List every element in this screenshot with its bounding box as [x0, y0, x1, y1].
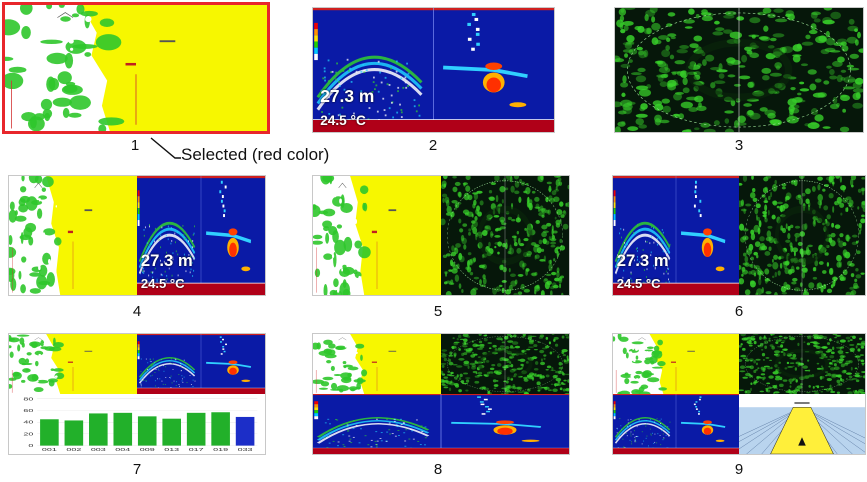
- bar-graph-tick-label: 80: [23, 397, 33, 401]
- nautical-chart-graphic: [9, 334, 137, 394]
- layout-number-7: 7: [132, 461, 142, 478]
- bar-graph-bar: [235, 416, 255, 446]
- bar-graph-category-label: 019: [213, 448, 228, 452]
- bar-graph-bar: [89, 413, 108, 446]
- layout-number-4: 4: [132, 303, 142, 320]
- bar-graph-category-label: 033: [238, 448, 253, 452]
- bar-graph-bar: [186, 412, 206, 446]
- fish-finder-pane: 27.3 m 24.5 °C: [613, 176, 739, 295]
- bar-graph-bar: [113, 412, 133, 446]
- layout-number-9: 9: [734, 461, 744, 478]
- bar-graph-category-label: 001: [42, 448, 57, 452]
- radar-echo-graphic: [739, 176, 865, 295]
- bar-graph-tick-label: 0: [28, 444, 33, 448]
- layout-number-6: 6: [734, 303, 744, 320]
- selected-callout-text: Selected (red color): [181, 145, 330, 164]
- radar-pane: [615, 8, 863, 132]
- echogram-graphic: [137, 334, 265, 394]
- fish-finder-pane: [613, 394, 739, 454]
- layout-option-9[interactable]: [612, 333, 866, 455]
- bar-graph-tick-label: 40: [23, 421, 33, 425]
- layout-option-5[interactable]: [312, 175, 570, 296]
- echogram-graphic: [613, 394, 739, 454]
- radar-echo-graphic: [441, 176, 569, 295]
- depth-readout: 27.3 m: [616, 251, 669, 271]
- bar-graph-bar: [162, 418, 181, 446]
- chart-plotter-pane: [313, 334, 441, 394]
- fish-finder-pane: [313, 394, 569, 454]
- bar-graph-pane: 80 60 40 20 0 001 002 003 004 009 013 017 019 033: [9, 394, 265, 454]
- fish-finder-pane: 27.3 m 24.5 °C: [313, 8, 554, 132]
- bar-graph-category-label: 017: [189, 448, 204, 452]
- bar-graph-bar: [64, 420, 84, 446]
- bar-graph-bar: [137, 416, 157, 446]
- nautical-chart-graphic: [313, 176, 441, 295]
- depth-readout: 27.3 m: [320, 86, 375, 107]
- chart-plotter-pane: [9, 176, 137, 295]
- layout-option-3[interactable]: [614, 7, 864, 133]
- fish-finder-pane: [137, 334, 265, 394]
- radar-echo-graphic: [739, 334, 865, 394]
- water-temperature-readout: 24.5 °C: [140, 276, 185, 292]
- layout-option-8[interactable]: [312, 333, 570, 455]
- chart-plotter-pane: [5, 5, 267, 131]
- layout-option-2[interactable]: 27.3 m 24.5 °C: [312, 7, 555, 133]
- echogram-graphic: [313, 394, 569, 454]
- water-temperature-readout: 24.5 °C: [616, 276, 661, 292]
- depth-readout: 27.3 m: [140, 251, 193, 271]
- bar-graph-bar: [211, 412, 230, 446]
- chart-plotter-pane: [9, 334, 137, 394]
- chart-plotter-pane: [313, 176, 441, 295]
- nautical-chart-graphic: [5, 5, 267, 131]
- layout-number-3: 3: [734, 137, 744, 154]
- layout-number-8: 8: [433, 461, 443, 478]
- bar-graph-category-label: 009: [140, 448, 155, 452]
- nautical-chart-graphic: [9, 176, 137, 295]
- layout-option-6[interactable]: 27.3 m 24.5 °C: [612, 175, 866, 296]
- bar-graph-category-label: 003: [91, 448, 106, 452]
- radar-pane: [441, 334, 569, 394]
- bar-graph-tick-label: 20: [23, 432, 33, 436]
- bar-graph-graphic: 80 60 40 20 0 001 002 003 004 009 013 017 019 033: [23, 397, 258, 452]
- radar-echo-graphic: [441, 334, 569, 394]
- layout-option-4[interactable]: 27.3 m 24.5 °C: [8, 175, 266, 296]
- nautical-chart-graphic: [613, 334, 739, 394]
- bar-graph-bar: [40, 419, 59, 446]
- radar-pane: [441, 176, 569, 295]
- fish-finder-pane: 27.3 m 24.5 °C: [137, 176, 265, 295]
- water-temperature-readout: 24.5 °C: [320, 113, 366, 129]
- layout-number-5: 5: [433, 303, 443, 320]
- highway-view-pane: [739, 394, 865, 454]
- radar-pane: [739, 176, 865, 295]
- layout-number-1: 1: [130, 137, 140, 154]
- nautical-chart-graphic: [313, 334, 441, 394]
- bar-graph-category-label: 013: [164, 448, 179, 452]
- layout-option-1[interactable]: [2, 2, 270, 134]
- chart-plotter-pane: [613, 334, 739, 394]
- radar-pane: [739, 334, 865, 394]
- radar-echo-graphic: [615, 8, 863, 132]
- bar-graph-tick-label: 60: [23, 409, 33, 413]
- bar-graph-category-label: 002: [66, 448, 81, 452]
- bar-graph-category-label: 004: [115, 448, 130, 452]
- highway-view-graphic: [739, 394, 865, 454]
- layout-number-2: 2: [428, 137, 438, 154]
- layout-option-7[interactable]: 80 60 40 20 0 001 002 003 004 009 013 017 019 033: [8, 333, 266, 455]
